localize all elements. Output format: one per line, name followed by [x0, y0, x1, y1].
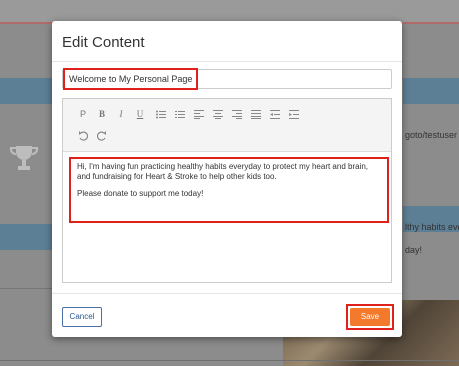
- outdent-icon[interactable]: [269, 110, 281, 119]
- divider: [0, 360, 459, 361]
- indent-icon[interactable]: [288, 110, 300, 119]
- paragraph-format-button[interactable]: P: [77, 109, 89, 119]
- divider: [0, 288, 52, 289]
- align-justify-icon[interactable]: [250, 110, 262, 119]
- page-title-input[interactable]: Welcome to My Personal Page: [62, 68, 392, 90]
- section-header-left: [0, 78, 52, 104]
- divider: [52, 293, 402, 294]
- editor-toolbar: P B I U: [63, 99, 391, 152]
- align-left-icon[interactable]: [193, 110, 205, 119]
- bold-button[interactable]: B: [96, 109, 108, 119]
- align-right-icon[interactable]: [231, 110, 243, 119]
- cancel-button[interactable]: Cancel: [62, 307, 102, 327]
- background-text-2: day!: [405, 245, 423, 255]
- save-highlight: Save: [346, 304, 394, 330]
- editor-content[interactable]: Hi, I'm having fun practicing healthy ha…: [69, 157, 389, 223]
- section-header-right: [403, 78, 459, 104]
- numbered-list-icon[interactable]: [174, 110, 186, 119]
- italic-button[interactable]: I: [115, 109, 127, 119]
- section-header-left-2: [0, 224, 52, 250]
- save-button[interactable]: Save: [350, 308, 390, 326]
- content-paragraph: Please donate to support me today!: [77, 189, 204, 198]
- redo-icon[interactable]: [96, 131, 108, 141]
- rich-text-editor[interactable]: P B I U Hi, I'm having fun practicing he…: [62, 98, 392, 283]
- background-text-1: lthy habits ever: [405, 222, 459, 232]
- page-title-value: Welcome to My Personal Page: [63, 68, 199, 90]
- profile-link: goto/testuser: [405, 130, 458, 140]
- modal-title: Edit Content: [62, 34, 145, 51]
- edit-content-modal: Edit Content Welcome to My Personal Page…: [52, 21, 402, 337]
- align-center-icon[interactable]: [212, 110, 224, 119]
- undo-icon[interactable]: [77, 131, 89, 141]
- content-paragraph: Hi, I'm having fun practicing healthy ha…: [77, 162, 369, 181]
- divider: [52, 61, 402, 62]
- underline-button[interactable]: U: [134, 109, 146, 119]
- bullet-list-icon[interactable]: [155, 110, 167, 119]
- trophy-icon: [9, 146, 39, 170]
